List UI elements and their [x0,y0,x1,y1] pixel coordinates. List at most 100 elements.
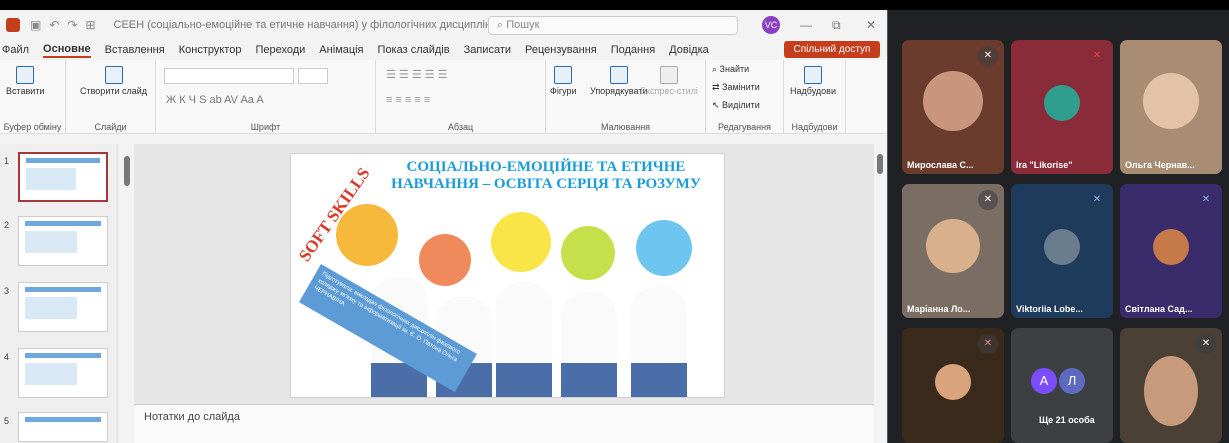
ribbon-tabs: Файл Основне Вставлення Конструктор Пере… [0,40,887,60]
present-icon[interactable]: ⊞ [85,18,95,32]
participant-face [926,219,980,273]
font-size-select[interactable] [298,68,328,84]
slide-title: СОЦІАЛЬНО-ЕМОЦІЙНЕ ТА ЕТИЧНЕ НАВЧАННЯ – … [391,159,701,192]
slide-thumbnail[interactable] [18,412,108,442]
person-jeans [631,363,687,397]
thumbnail-decoration [25,417,101,422]
tab-view[interactable]: Подання [611,44,655,56]
new-slide-button[interactable]: Створити слайд [80,66,147,96]
participant-tile[interactable]: ✕ Ira "Likorise" [1011,40,1113,174]
shapes-button[interactable]: Фігури [550,66,577,96]
title-bar: ▣ ↶ ↷ ⊞ СЕЕН (соціально-емоційне та етич… [0,10,887,40]
user-avatar[interactable]: VC [762,16,780,34]
participant-tile[interactable]: ✕ Viktoriia Lobe... [1011,184,1113,318]
slide-thumbnail[interactable] [18,152,108,202]
tab-animations[interactable]: Анімація [319,44,363,56]
group-label: Шрифт [250,122,281,132]
group-editing: ⌕ Знайти ⇄ Замінити ↖ Виділити Редагуван… [706,60,784,134]
participant-face [923,71,983,131]
scrollbar-thumb[interactable] [124,156,130,186]
more-participants-tile[interactable]: А Л Ще 21 особа [1011,328,1113,443]
thumbnail-decoration [26,158,100,163]
close-icon[interactable]: ✕ [866,18,876,32]
slide-thumbnails-pane: 1 2 3 4 5 [0,144,118,443]
participant-avatar [935,363,971,400]
tab-slideshow[interactable]: Показ слайдів [378,44,450,56]
tab-help[interactable]: Довідка [669,44,709,56]
angry-face-icon [419,234,471,286]
select-icon: ↖ [712,100,723,110]
thumbnail-number: 3 [4,286,10,296]
participant-name: Ольга Чернав... [1125,160,1195,170]
more-participants-label: Ще 21 особа [1039,415,1095,425]
slide-scrollbar[interactable] [876,144,886,404]
save-icon[interactable]: ▣ [30,18,41,32]
thumbnail-decoration [25,231,77,253]
smiling-face-icon [491,212,551,272]
tab-record[interactable]: Записати [464,44,511,56]
font-format-buttons[interactable]: Ж К Ч S ab AV Aa A [166,94,264,106]
undo-icon[interactable]: ↶ [49,18,59,32]
tab-design[interactable]: Конструктор [179,44,242,56]
thumbnail-number: 5 [4,416,10,426]
find-button[interactable]: ⌕ Знайти [712,64,749,75]
slide-thumbnail[interactable] [18,282,108,332]
thumbnail-decoration [25,297,77,319]
notes-placeholder: Нотатки до слайда [144,411,240,423]
top-strip [0,0,1229,10]
tab-review[interactable]: Рецензування [525,44,597,56]
participant-avatar: Л [1059,368,1085,394]
tab-file[interactable]: Файл [2,44,29,56]
participant-tile[interactable]: ✕ Маріанна Ло... [902,184,1004,318]
group-clipboard: Вставити Буфер обміну [0,60,66,134]
select-button[interactable]: ↖ Виділити [712,100,760,111]
paste-button[interactable]: Вставити [6,66,45,96]
ribbon: Вставити Буфер обміну Створити слайд Сла… [0,60,887,134]
participant-tile[interactable]: Ольга Чернав... [1120,40,1222,174]
minimize-icon[interactable]: — [800,18,812,32]
participant-tile[interactable]: ✕ [902,328,1004,443]
group-addins: Надбудови Надбудови [784,60,846,134]
scrollbar-thumb[interactable] [877,154,883,174]
addins-icon [803,66,822,84]
tab-home[interactable]: Основне [43,43,91,58]
powerpoint-window: ▣ ↶ ↷ ⊞ СЕЕН (соціально-емоційне та етич… [0,10,888,443]
shapes-icon [554,66,573,84]
list-buttons[interactable]: ☰ ☰ ☰ ☰ ☰ [386,68,448,81]
new-slide-icon [104,66,123,84]
thumbnails-scrollbar[interactable] [124,144,132,443]
slide-thumbnail[interactable] [18,348,108,398]
slide-thumbnail[interactable] [18,216,108,266]
tab-transitions[interactable]: Переходи [255,44,305,56]
thumbnail-number: 2 [4,220,10,230]
thumbnail-number: 1 [4,156,10,166]
mic-muted-icon: ✕ [978,190,998,210]
participant-name: Мирослава С... [907,160,974,170]
participant-avatar [1044,85,1080,121]
participant-tile[interactable]: ✕ [1120,328,1222,443]
font-family-select[interactable] [164,68,294,84]
search-input[interactable]: ⌕ Пошук [488,16,738,35]
share-button[interactable]: Спільний доступ [784,41,880,58]
thumbnail-decoration [26,168,76,190]
participant-face [1144,355,1198,426]
sad-face-icon [561,226,615,280]
maximize-icon[interactable]: ⧉ [832,18,841,33]
redo-icon[interactable]: ↷ [67,18,77,32]
participant-tile[interactable]: ✕ Світлана Сад... [1120,184,1222,318]
quick-styles-button[interactable]: Експрес-стилі [640,66,698,96]
replace-button[interactable]: ⇄ Замінити [712,82,760,93]
participant-tile[interactable]: ✕ Мирослава С... [902,40,1004,174]
addins-button[interactable]: Надбудови [790,66,836,96]
mic-muted-icon: ✕ [1092,50,1102,61]
align-buttons[interactable]: ≡ ≡ ≡ ≡ ≡ [386,94,430,106]
current-slide[interactable]: СОЦІАЛЬНО-ЕМОЦІЙНЕ ТА ЕТИЧНЕ НАВЧАННЯ – … [290,153,725,398]
group-label: Надбудови [791,122,838,132]
notes-pane[interactable]: Нотатки до слайда [134,404,874,443]
arrange-button[interactable]: Упорядкувати [590,66,647,96]
participant-name: Світлана Сад... [1125,304,1193,314]
tab-insert[interactable]: Вставлення [105,44,165,56]
paste-icon [16,66,35,84]
person-jeans [496,363,552,397]
group-label: Малювання [600,122,651,132]
